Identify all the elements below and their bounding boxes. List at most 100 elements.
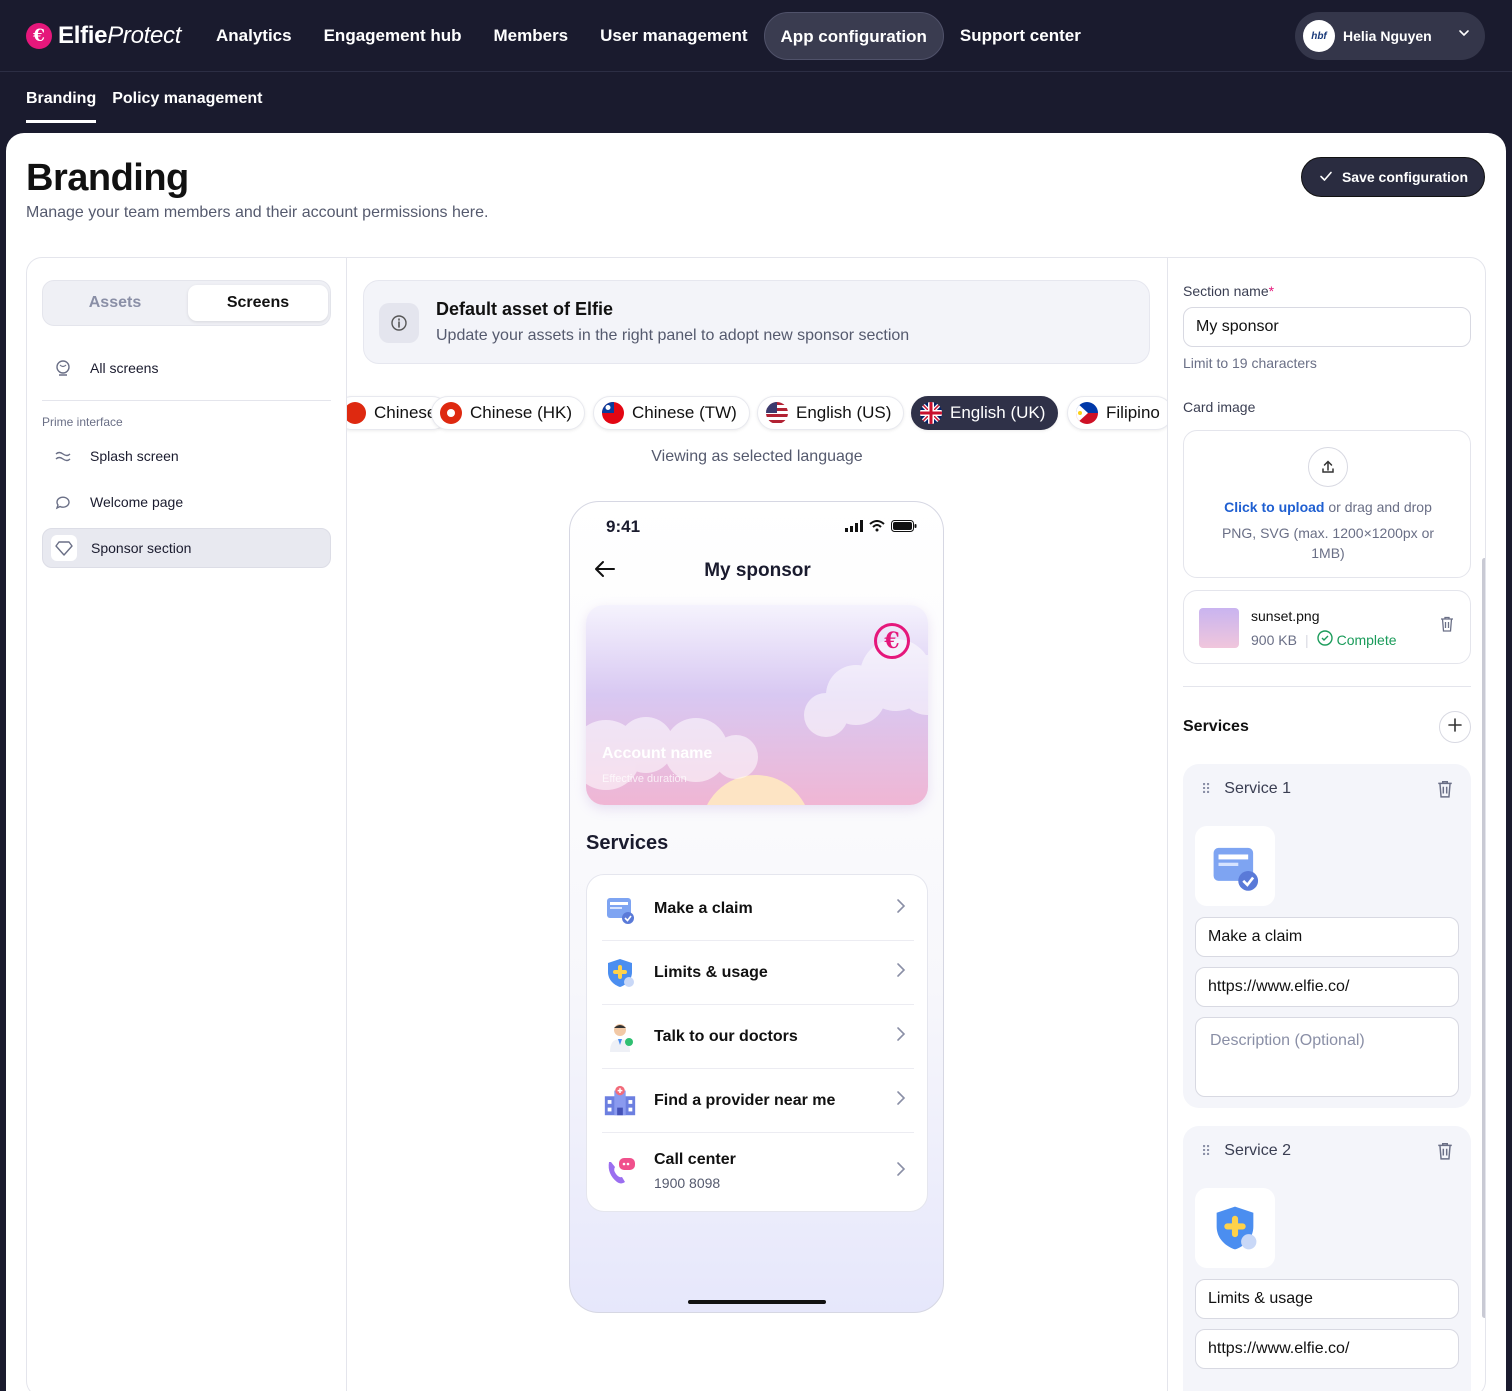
sidebar-item-label: Welcome page [90,494,184,510]
sidebar-item-splash-screen[interactable]: Splash screen [42,436,331,476]
language-english-uk[interactable]: English (UK) [911,396,1059,430]
uploaded-file: sunset.png 900 KB | Complete [1183,590,1471,664]
check-circle-icon [1316,630,1333,649]
language-chinese-hk[interactable]: Chinese (HK) [431,396,586,430]
trash-icon[interactable] [1437,780,1453,803]
phone-call-icon [602,1153,638,1189]
image-upload-dropzone[interactable]: Click to upload or drag and drop PNG, SV… [1183,430,1471,578]
save-configuration-button[interactable]: Save configuration [1300,157,1485,197]
list-item[interactable]: Call center 1900 8098 [602,1133,914,1209]
flag-ph-icon [1076,402,1098,424]
banner-title: Default asset of Elfie [436,299,614,319]
phone-preview: 9:41 My sponsor € Account name Effective… [569,501,944,1313]
elfie-logo-icon: € [874,623,910,659]
workspace: Assets Screens All screens Prime interfa… [26,257,1486,1391]
service-url-input[interactable]: https://www.elfie.co/ [1195,1329,1459,1369]
battery-icon [891,519,917,537]
section-name-label: Section name* [1183,283,1275,299]
list-item[interactable]: Talk to our doctors [602,1005,914,1069]
tab-policy-management[interactable]: Policy management [112,90,262,123]
scrollbar[interactable] [1482,558,1485,1318]
service-description-input[interactable]: Description (Optional) [1195,1017,1459,1097]
status-time: 9:41 [606,517,641,536]
tab-assets[interactable]: Assets [45,285,185,321]
file-size: 900 KB [1251,631,1297,648]
chevron-right-icon [896,1161,906,1182]
chevron-right-icon [896,898,906,919]
service-name-input[interactable]: Make a claim [1195,917,1459,957]
flag-uk-icon [920,402,942,424]
screens-sidebar: Assets Screens All screens Prime interfa… [27,258,347,1391]
flag-us-icon [766,402,788,424]
file-name: sunset.png [1251,608,1320,624]
language-filipino[interactable]: Filipino [1067,396,1167,430]
flag-tw-icon [602,402,624,424]
list-item[interactable]: Limits & usage [602,941,914,1005]
trash-icon[interactable] [1440,616,1454,635]
nav-analytics[interactable]: Analytics [200,12,308,60]
service-title: Service 2 [1224,1142,1291,1159]
nav-members[interactable]: Members [478,12,585,60]
doctor-icon [602,1019,638,1055]
top-nav: € ElfieProtect Analytics Engagement hub … [0,0,1512,72]
sidebar-item-sponsor-section[interactable]: Sponsor section [42,528,331,568]
list-item[interactable]: Find a provider near me [602,1069,914,1133]
language-english-us[interactable]: English (US) [757,396,905,430]
add-service-button[interactable] [1439,711,1471,743]
section-name-input[interactable]: My sponsor [1183,307,1471,347]
assets-screens-toggle: Assets Screens [42,280,331,326]
main-panel: Branding Manage your team members and th… [6,133,1506,1391]
trash-icon[interactable] [1437,1142,1453,1165]
upload-text: Click to upload or drag and drop [1224,499,1432,515]
nav-support-center[interactable]: Support center [944,12,1097,60]
status-badge: Complete [1316,630,1397,649]
check-icon [1318,168,1334,187]
globe-icon [50,355,76,381]
chevron-right-icon [896,1026,906,1047]
sidebar-item-all-screens[interactable]: All screens [42,348,331,388]
service-url-input[interactable]: https://www.elfie.co/ [1195,967,1459,1007]
list-item[interactable]: Make a claim [602,877,914,941]
chat-icon [50,489,76,515]
chevron-right-icon [896,1090,906,1111]
tab-branding[interactable]: Branding [26,90,97,123]
logo-text: ElfieProtect [58,22,182,49]
drag-handle-icon[interactable]: ⠿ [1201,781,1211,798]
upload-formats: PNG, SVG (max. 1200×1200px or 1MB) [1221,525,1435,561]
nav-app-configuration[interactable]: App configuration [763,12,944,60]
home-indicator [688,1300,826,1304]
language-chinese-tw[interactable]: Chinese (TW) [593,396,750,430]
page-subtitle: Manage your team members and their accou… [26,204,489,221]
sidebar-item-welcome-page[interactable]: Welcome page [42,482,331,522]
viewing-language-note: Viewing as selected language [651,448,863,465]
tab-screens[interactable]: Screens [188,285,328,321]
shield-plus-icon [1216,1206,1257,1250]
settings-panel: Section name* My sponsor Limit to 19 cha… [1167,258,1485,1391]
drag-handle-icon[interactable]: ⠿ [1201,1143,1211,1160]
click-to-upload-link[interactable]: Click to upload [1224,499,1324,515]
shield-plus-icon [602,955,638,991]
service-name-input[interactable]: Limits & usage [1195,1279,1459,1319]
nav-user-management[interactable]: User management [584,12,763,60]
main-nav: Analytics Engagement hub Members User ma… [200,12,1097,60]
service-block-1: ⠿ Service 1 Make a claim https://www.elf… [1183,764,1471,1108]
service-title: Service 1 [1224,780,1291,797]
chevron-right-icon [896,962,906,983]
group-label: Prime interface [42,415,123,429]
page-title: Branding [26,157,189,199]
logo[interactable]: € ElfieProtect [26,22,181,50]
sponsor-card: € Account name Effective duration [586,605,928,805]
chevron-down-icon [1457,26,1471,43]
avatar: hbf [1303,20,1335,52]
nav-engagement-hub[interactable]: Engagement hub [308,12,478,60]
info-banner: Default asset of Elfie Update your asset… [363,280,1150,364]
language-selector: Chinese Chinese (HK) Chinese (TW) Englis… [347,394,1167,434]
wifi-icon [869,519,885,537]
file-meta: 900 KB | Complete [1251,630,1397,649]
claim-icon [1213,847,1259,891]
plus-icon [1447,716,1463,739]
user-menu[interactable]: hbf Helia Nguyen [1295,12,1485,60]
service-image[interactable] [1195,826,1275,906]
services-label: Services [1183,718,1249,735]
service-image[interactable] [1195,1188,1275,1268]
